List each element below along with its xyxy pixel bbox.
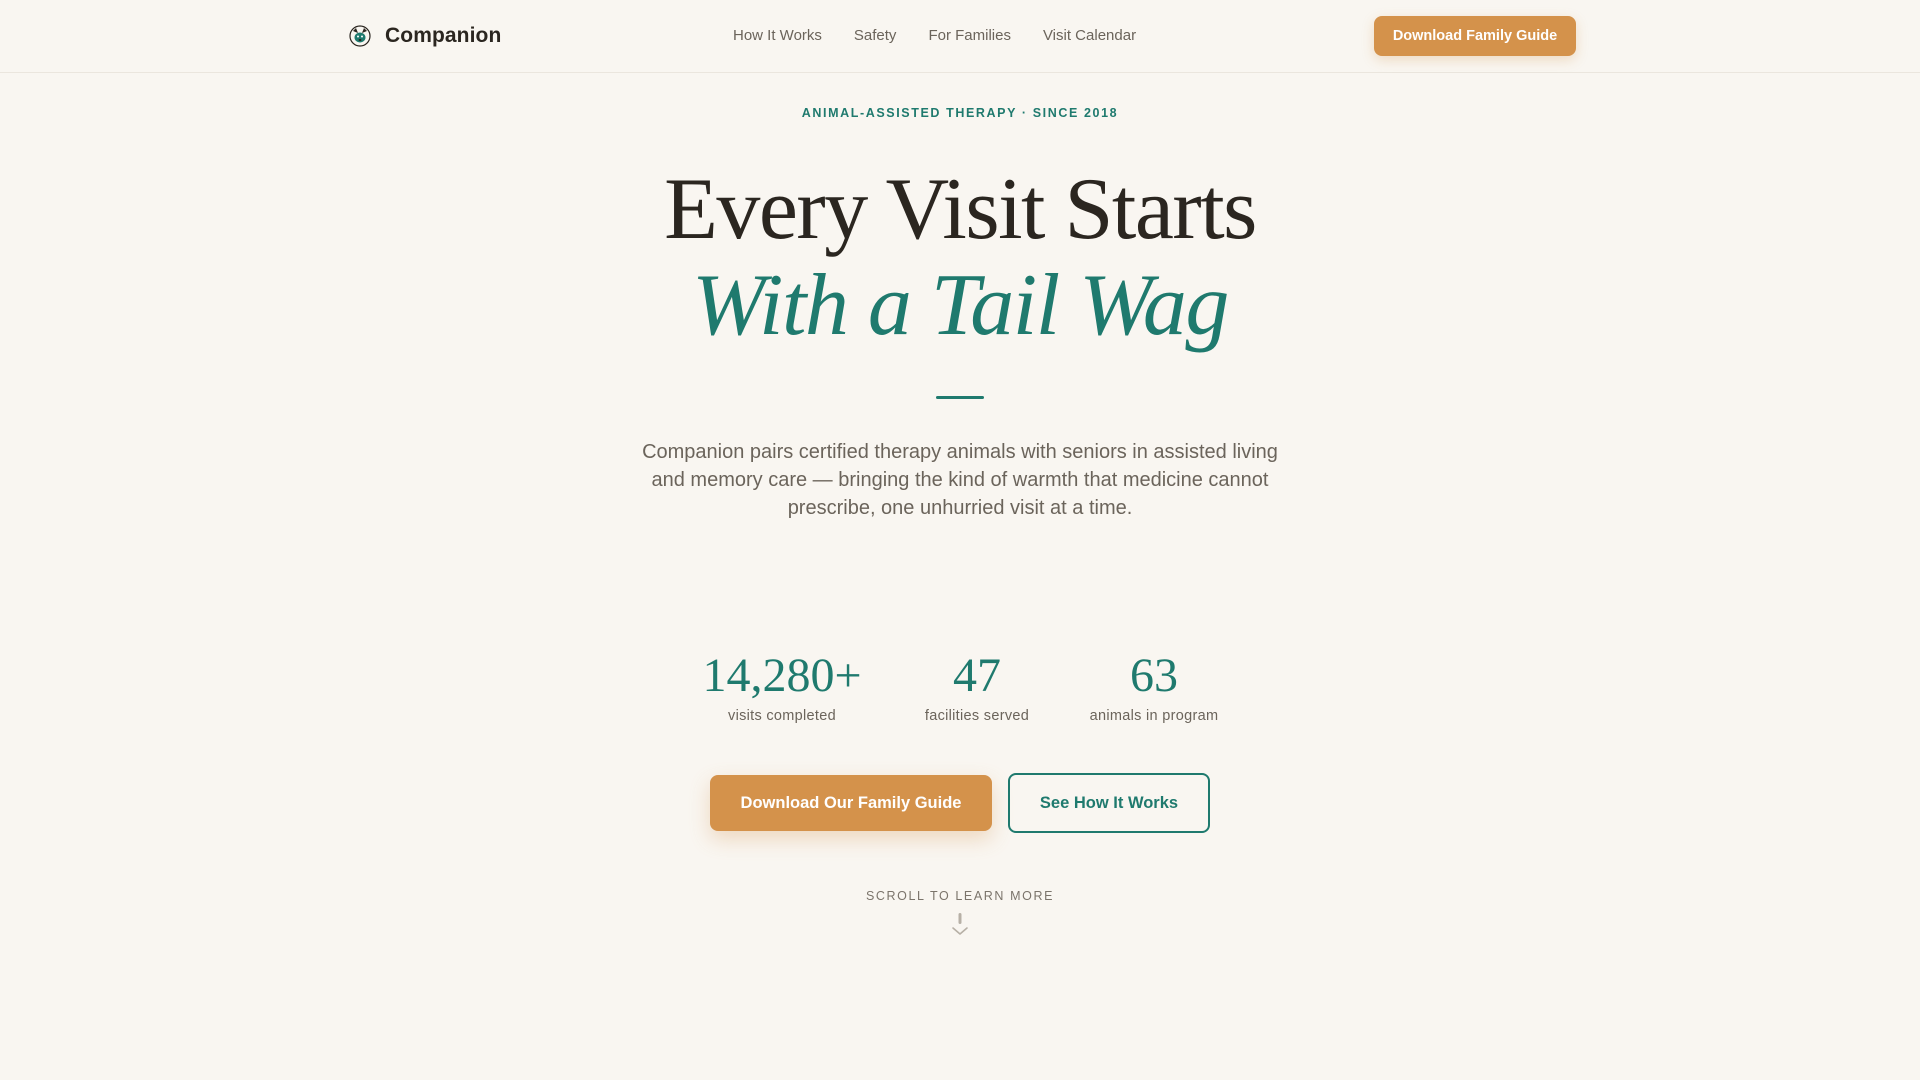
download-our-family-guide-button[interactable]: Download Our Family Guide xyxy=(710,775,992,831)
hero-title-line2: With a Tail Wag xyxy=(692,257,1229,354)
main-nav: How It Works Safety For Families Visit C… xyxy=(733,24,1136,48)
stat-value: 47 xyxy=(953,649,1001,702)
dog-head-icon xyxy=(347,23,373,49)
stat-value: 14,280+ xyxy=(702,649,862,702)
stat-label: animals in program xyxy=(1089,708,1219,724)
hero-lead: Companion pairs certified therapy animal… xyxy=(642,441,1278,519)
stat-animals: 63 animals in program xyxy=(1074,649,1234,725)
hero-title-line1: Every Visit Starts xyxy=(664,161,1257,258)
nav-visit-calendar[interactable]: Visit Calendar xyxy=(1043,24,1136,48)
hero-eyebrow: ANIMAL-ASSISTED THERAPY · SINCE 2018 xyxy=(801,106,1119,120)
stat-label: facilities served xyxy=(924,708,1030,724)
nav-for-families[interactable]: For Families xyxy=(928,24,1011,48)
stat-value: 63 xyxy=(1130,649,1178,702)
scroll-down-arrow-icon[interactable] xyxy=(950,910,970,940)
stat-visits: 14,280+ visits completed xyxy=(702,649,862,725)
stats-row: 14,280+ visits completed 47 facilities s… xyxy=(0,650,1920,730)
brand[interactable]: Companion xyxy=(347,20,501,52)
nav-safety[interactable]: Safety xyxy=(854,24,897,48)
hero-divider xyxy=(936,396,984,399)
download-family-guide-button[interactable]: Download Family Guide xyxy=(1374,16,1576,56)
nav-how-it-works[interactable]: How It Works xyxy=(733,24,822,48)
scroll-hint: SCROLL TO LEARN MORE xyxy=(865,889,1055,903)
see-how-it-works-button[interactable]: See How It Works xyxy=(1008,773,1210,833)
site-header: Companion How It Works Safety For Famili… xyxy=(0,0,1920,73)
brand-name: Companion xyxy=(385,24,502,47)
stat-facilities: 47 facilities served xyxy=(907,649,1047,725)
stat-label: visits completed xyxy=(728,708,836,724)
